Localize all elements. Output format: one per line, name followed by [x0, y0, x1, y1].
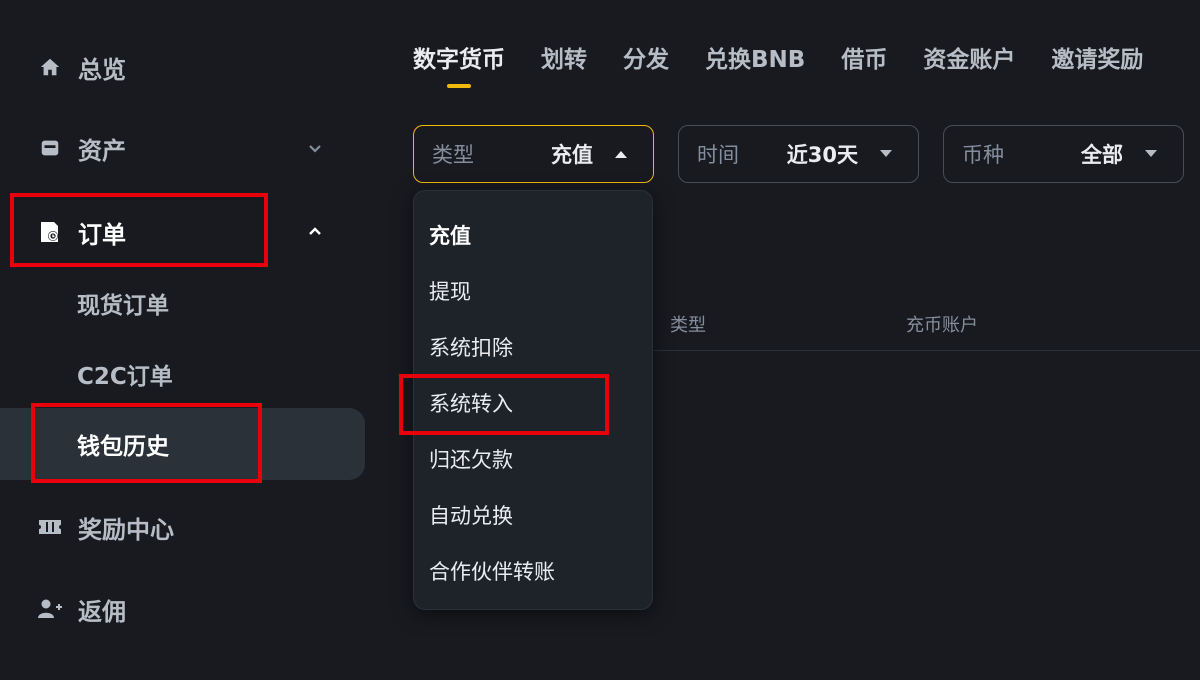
- sidebar-item-label: 资产: [78, 136, 126, 165]
- sidebar-item-label: 订单: [78, 220, 126, 249]
- tab-referral-rewards[interactable]: 邀请奖励: [1051, 40, 1143, 84]
- add-user-icon: [36, 595, 64, 623]
- sidebar: 总览 资产 订单 现货订单 C2C订单 钱包历史 奖励中心 返佣: [0, 0, 380, 680]
- dropdown-option-withdraw[interactable]: 提现: [429, 271, 644, 311]
- tab-funding-account[interactable]: 资金账户: [923, 40, 1015, 84]
- chevron-up-icon[interactable]: [302, 219, 328, 245]
- tab-label: 资金账户: [923, 47, 1016, 73]
- top-tabs: 数字货币 划转 分发 兑换BNB 借币 资金账户 邀请奖励: [413, 40, 1179, 95]
- sidebar-item-rewards[interactable]: 奖励中心: [0, 502, 365, 552]
- caret-down-icon: [1143, 146, 1159, 162]
- filter-value: 充值: [551, 143, 593, 167]
- filter-label: 类型: [432, 143, 474, 167]
- tab-label: 数字货币: [413, 47, 505, 73]
- sidebar-item-label: 返佣: [78, 597, 126, 626]
- tab-distribution[interactable]: 分发: [623, 40, 669, 84]
- order-icon: [36, 218, 64, 246]
- dropdown-option-repay-debt[interactable]: 归还欠款: [429, 439, 644, 479]
- history-table-header: 类型 充币账户: [654, 305, 1200, 351]
- dropdown-option-system-transfer-in[interactable]: 系统转入: [429, 383, 644, 423]
- sidebar-subitem-label: C2C订单: [77, 364, 173, 390]
- time-filter-select[interactable]: 时间 近30天: [678, 125, 919, 183]
- filter-value: 近30天: [786, 143, 858, 167]
- tab-crypto[interactable]: 数字货币: [413, 40, 505, 88]
- caret-up-icon: [613, 146, 629, 162]
- chevron-down-icon[interactable]: [302, 135, 328, 161]
- filter-label: 币种: [962, 143, 1004, 167]
- dropdown-option-partner-transfer[interactable]: 合作伙伴转账: [429, 551, 644, 591]
- dropdown-option-deposit[interactable]: 充值: [429, 215, 644, 255]
- sidebar-item-label: 奖励中心: [78, 515, 174, 544]
- coin-filter-select[interactable]: 币种 全部: [943, 125, 1184, 183]
- filter-value: 全部: [1081, 143, 1123, 167]
- dropdown-option-auto-convert[interactable]: 自动兑换: [429, 495, 644, 535]
- sidebar-subitem-wallet-history[interactable]: 钱包历史: [0, 408, 365, 480]
- wallet-history-page: 总览 资产 订单 现货订单 C2C订单 钱包历史 奖励中心 返佣 数字货币 划转…: [0, 0, 1200, 680]
- type-filter-select[interactable]: 类型 充值: [413, 125, 654, 183]
- tab-label: 分发: [623, 47, 669, 73]
- sidebar-subitem-c2c-orders[interactable]: C2C订单: [0, 338, 365, 410]
- tab-label: 借币: [841, 47, 888, 73]
- filter-label: 时间: [697, 143, 739, 167]
- tab-convert-bnb[interactable]: 兑换BNB: [705, 40, 805, 84]
- tab-label: 兑换BNB: [705, 47, 806, 73]
- sidebar-subitem-label: 现货订单: [77, 293, 169, 319]
- tab-borrow[interactable]: 借币: [841, 40, 887, 84]
- active-tab-indicator: [447, 84, 471, 88]
- tab-label: 邀请奖励: [1051, 47, 1144, 73]
- caret-down-icon: [878, 146, 894, 162]
- tab-transfer[interactable]: 划转: [541, 40, 587, 84]
- sidebar-item-overview[interactable]: 总览: [0, 42, 365, 92]
- sidebar-item-orders[interactable]: 订单: [0, 206, 365, 258]
- sidebar-subitem-spot-orders[interactable]: 现货订单: [0, 267, 365, 339]
- tab-label: 划转: [541, 47, 587, 73]
- sidebar-item-label: 总览: [78, 55, 126, 84]
- dropdown-option-system-deduction[interactable]: 系统扣除: [429, 327, 644, 367]
- column-header-type: 类型: [670, 315, 706, 336]
- sidebar-subitem-label: 钱包历史: [77, 434, 169, 460]
- wallet-icon: [36, 134, 64, 162]
- type-dropdown-menu: 充值 提现 系统扣除 系统转入 归还欠款 自动兑换 合作伙伴转账: [413, 190, 653, 610]
- sidebar-item-referral[interactable]: 返佣: [0, 584, 365, 634]
- sidebar-item-assets[interactable]: 资产: [0, 123, 365, 173]
- home-icon: [36, 53, 64, 81]
- ticket-icon: [36, 513, 64, 541]
- column-header-deposit-account: 充币账户: [906, 315, 978, 336]
